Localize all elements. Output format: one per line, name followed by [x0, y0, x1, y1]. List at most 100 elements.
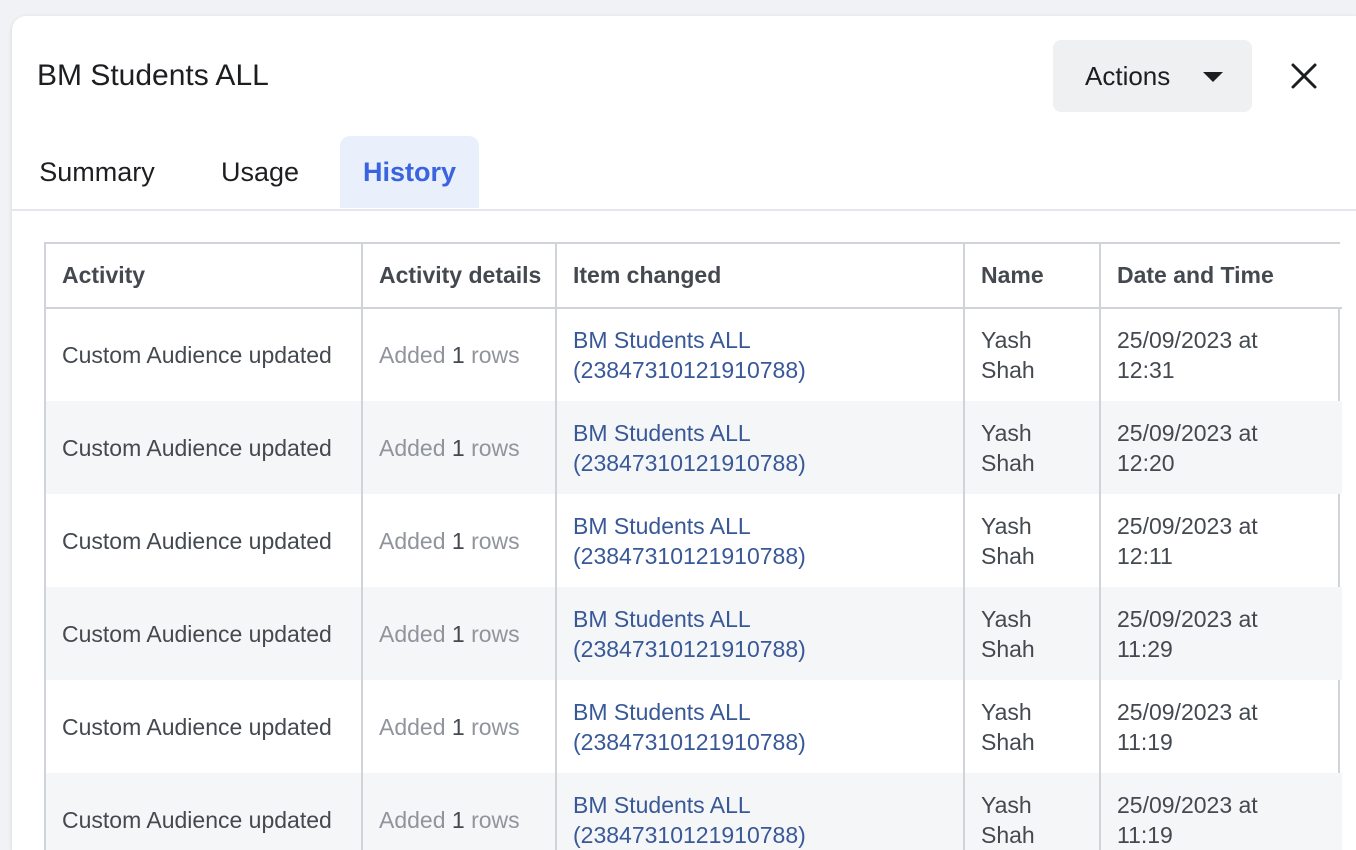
item-changed-link[interactable]: BM Students ALL (23847310121910788)	[573, 699, 806, 755]
activity-details-cell: Added 1 rows	[362, 308, 557, 401]
item-changed-cell: BM Students ALL (23847310121910788)	[556, 308, 965, 401]
item-changed-link[interactable]: BM Students ALL (23847310121910788)	[573, 792, 806, 848]
column-header-activity-details[interactable]: Activity details	[362, 244, 557, 309]
date-time-cell: 25/09/2023 at 12:31	[1100, 308, 1342, 401]
item-changed-cell: BM Students ALL (23847310121910788)	[556, 773, 965, 850]
activity-details-cell: Added 1 rows	[362, 494, 557, 587]
item-name: BM Students ALL	[573, 605, 751, 632]
details-suffix: rows	[471, 713, 520, 740]
item-id: (23847310121910788)	[573, 357, 806, 383]
table-row: Custom Audience updated Added 1 rows BM …	[46, 494, 1342, 587]
activity-details-cell: Added 1 rows	[362, 680, 557, 773]
item-changed-cell: BM Students ALL (23847310121910788)	[556, 680, 965, 773]
item-name: BM Students ALL	[573, 512, 751, 539]
name-first: Yash	[981, 512, 1032, 539]
table-row: Custom Audience updated Added 1 rows BM …	[46, 308, 1342, 401]
name-first: Yash	[981, 327, 1032, 353]
details-prefix: Added	[379, 527, 446, 554]
activity-cell: Custom Audience updated	[46, 401, 363, 494]
table-row: Custom Audience updated Added 1 rows BM …	[46, 773, 1342, 850]
tab-bar: Summary Usage History	[12, 136, 1356, 211]
name-cell: Yash Shah	[964, 494, 1101, 587]
name-cell: Yash Shah	[964, 587, 1101, 680]
item-name: BM Students ALL	[573, 791, 751, 818]
caret-down-icon	[1203, 72, 1223, 82]
name-first: Yash	[981, 698, 1032, 725]
actions-button-label: Actions	[1085, 60, 1171, 91]
date-text: 25/09/2023 at	[1117, 419, 1258, 446]
item-name: BM Students ALL	[573, 698, 751, 725]
activity-cell: Custom Audience updated	[46, 680, 363, 773]
activity-cell: Custom Audience updated	[46, 494, 363, 587]
actions-button[interactable]: Actions	[1053, 40, 1252, 112]
details-suffix: rows	[471, 434, 520, 461]
close-icon	[1291, 63, 1317, 89]
date-time-cell: 25/09/2023 at 11:19	[1100, 680, 1342, 773]
tab-history[interactable]: History	[340, 136, 479, 208]
date-text: 25/09/2023 at	[1117, 605, 1258, 632]
details-suffix: rows	[471, 620, 520, 647]
name-first: Yash	[981, 791, 1032, 818]
date-time-cell: 25/09/2023 at 11:29	[1100, 587, 1342, 680]
column-header-name[interactable]: Name	[964, 244, 1101, 309]
details-suffix: rows	[471, 342, 520, 368]
tab-usage[interactable]: Usage	[212, 136, 308, 208]
date-text: 25/09/2023 at	[1117, 512, 1258, 539]
item-name: BM Students ALL	[573, 419, 751, 446]
table-header-row: Activity Activity details Item changed N…	[46, 244, 1342, 309]
item-changed-link[interactable]: BM Students ALL (23847310121910788)	[573, 513, 806, 569]
details-prefix: Added	[379, 342, 446, 368]
name-last: Shah	[981, 542, 1035, 569]
item-id: (23847310121910788)	[573, 728, 806, 755]
name-cell: Yash Shah	[964, 773, 1101, 850]
name-last: Shah	[981, 635, 1035, 662]
time-text: 12:11	[1117, 542, 1173, 569]
date-text: 25/09/2023 at	[1117, 327, 1258, 353]
column-header-item-changed[interactable]: Item changed	[556, 244, 965, 309]
activity-cell: Custom Audience updated	[46, 308, 363, 401]
name-last: Shah	[981, 821, 1035, 848]
details-prefix: Added	[379, 806, 446, 833]
details-prefix: Added	[379, 620, 446, 647]
date-text: 25/09/2023 at	[1117, 791, 1258, 818]
details-count: 1	[451, 434, 465, 461]
details-suffix: rows	[471, 527, 520, 554]
time-text: 11:19	[1117, 728, 1173, 755]
details-suffix: rows	[471, 806, 520, 833]
name-last: Shah	[981, 449, 1035, 476]
name-last: Shah	[981, 357, 1035, 383]
details-count: 1	[451, 527, 465, 554]
item-changed-link[interactable]: BM Students ALL (23847310121910788)	[573, 420, 806, 476]
time-text: 12:20	[1117, 449, 1175, 476]
details-count: 1	[451, 620, 465, 647]
tab-summary[interactable]: Summary	[36, 136, 158, 208]
table-row: Custom Audience updated Added 1 rows BM …	[46, 680, 1342, 773]
table-row: Custom Audience updated Added 1 rows BM …	[46, 401, 1342, 494]
date-time-cell: 25/09/2023 at 11:19	[1100, 773, 1342, 850]
details-count: 1	[451, 806, 465, 833]
column-header-date-time[interactable]: Date and Time	[1100, 244, 1342, 309]
item-changed-cell: BM Students ALL (23847310121910788)	[556, 587, 965, 680]
name-cell: Yash Shah	[964, 680, 1101, 773]
name-cell: Yash Shah	[964, 308, 1101, 401]
history-table: Activity Activity details Item changed N…	[46, 244, 1342, 850]
history-table-container: Activity Activity details Item changed N…	[44, 242, 1342, 850]
item-changed-link[interactable]: BM Students ALL (23847310121910788)	[573, 327, 806, 383]
item-changed-link[interactable]: BM Students ALL (23847310121910788)	[573, 606, 806, 662]
audience-detail-panel: BM Students ALL Actions Summary Usage Hi…	[12, 16, 1356, 850]
date-time-cell: 25/09/2023 at 12:20	[1100, 401, 1342, 494]
item-changed-cell: BM Students ALL (23847310121910788)	[556, 494, 965, 587]
activity-details-cell: Added 1 rows	[362, 773, 557, 850]
activity-cell: Custom Audience updated	[46, 773, 363, 850]
page-title: BM Students ALL	[37, 59, 269, 92]
details-count: 1	[451, 713, 465, 740]
item-id: (23847310121910788)	[573, 449, 806, 476]
time-text: 11:19	[1117, 821, 1173, 848]
panel-header: BM Students ALL Actions	[12, 16, 1356, 136]
date-text: 25/09/2023 at	[1117, 698, 1258, 725]
item-id: (23847310121910788)	[573, 542, 806, 569]
column-header-activity[interactable]: Activity	[46, 244, 363, 309]
close-button[interactable]	[1288, 60, 1320, 92]
name-last: Shah	[981, 728, 1035, 755]
name-first: Yash	[981, 605, 1032, 632]
